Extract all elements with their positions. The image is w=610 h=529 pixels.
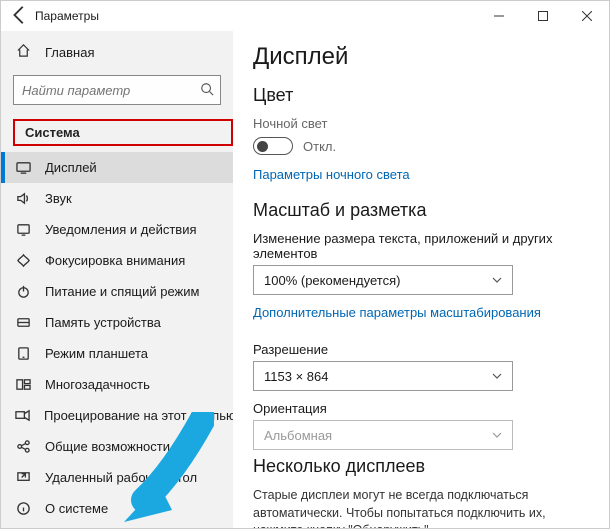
window-buttons: [477, 1, 609, 31]
resolution-combo[interactable]: 1153 × 864: [253, 361, 513, 391]
sidebar-item-about[interactable]: О системе: [1, 493, 233, 524]
sidebar-item-multitask[interactable]: Многозадачность: [1, 369, 233, 400]
night-light-label: Ночной свет: [253, 116, 589, 131]
sidebar-item-display[interactable]: Дисплей: [1, 152, 233, 183]
night-light-settings-link[interactable]: Параметры ночного света: [253, 167, 410, 182]
sidebar-item-remote[interactable]: Удаленный рабочий стол: [1, 462, 233, 493]
scale-size-value: 100% (рекомендуется): [264, 273, 400, 288]
content-area: Главная Система Дисплей Звук: [1, 31, 609, 528]
sidebar-item-label: Общие возможности: [45, 439, 170, 454]
scale-size-combo[interactable]: 100% (рекомендуется): [253, 265, 513, 295]
search-input[interactable]: [22, 83, 200, 98]
tablet-icon: [15, 346, 31, 361]
sidebar-nav: Дисплей Звук Уведомления и действия Фоку…: [1, 152, 233, 528]
resolution-label: Разрешение: [253, 342, 589, 357]
project-icon: [15, 408, 30, 423]
sidebar-item-label: Дисплей: [45, 160, 97, 175]
focus-icon: [15, 253, 31, 268]
sidebar-item-label: Многозадачность: [45, 377, 150, 392]
sidebar-item-focus[interactable]: Фокусировка внимания: [1, 245, 233, 276]
sidebar-item-sound[interactable]: Звук: [1, 183, 233, 214]
sidebar-item-project[interactable]: Проецирование на этот компьютер: [1, 400, 233, 431]
sidebar-item-label: Уведомления и действия: [45, 222, 197, 237]
night-light-toggle[interactable]: [253, 137, 293, 155]
sidebar-item-notifications[interactable]: Уведомления и действия: [1, 214, 233, 245]
sidebar: Главная Система Дисплей Звук: [1, 31, 233, 528]
chevron-down-icon: [492, 274, 502, 286]
search-icon: [200, 82, 214, 99]
sidebar-section-label: Система: [13, 119, 233, 146]
sidebar-item-label: Режим планшета: [45, 346, 148, 361]
sidebar-item-label: Проецирование на этот компьютер: [44, 408, 233, 423]
page-title: Дисплей: [253, 43, 589, 71]
storage-icon: [15, 315, 31, 330]
sidebar-item-label: Память устройства: [45, 315, 161, 330]
power-icon: [15, 284, 31, 299]
sidebar-home-label: Главная: [45, 45, 94, 60]
sound-icon: [15, 191, 31, 206]
window-title: Параметры: [35, 9, 477, 23]
multitask-icon: [15, 377, 31, 392]
sidebar-item-label: Фокусировка внимания: [45, 253, 185, 268]
scale-size-label: Изменение размера текста, приложений и д…: [253, 231, 589, 261]
settings-window: Параметры Главная: [0, 0, 610, 529]
advanced-scale-link[interactable]: Дополнительные параметры масштабирования: [253, 305, 541, 320]
sidebar-item-label: Питание и спящий режим: [45, 284, 199, 299]
multi-description: Старые дисплеи могут не всегда подключат…: [253, 487, 583, 528]
night-light-toggle-row: Откл.: [253, 137, 589, 155]
sidebar-home[interactable]: Главная: [1, 35, 233, 69]
group-color-heading: Цвет: [253, 85, 589, 106]
night-light-state: Откл.: [303, 139, 336, 154]
sidebar-item-shared[interactable]: Общие возможности: [1, 431, 233, 462]
chevron-down-icon: [492, 370, 502, 382]
about-icon: [15, 501, 31, 516]
orientation-value: Альбомная: [264, 428, 332, 443]
resolution-value: 1153 × 864: [264, 369, 328, 384]
group-scale-heading: Масштаб и разметка: [253, 200, 589, 221]
display-icon: [15, 160, 31, 175]
sidebar-item-label: О системе: [45, 501, 108, 516]
close-button[interactable]: [565, 1, 609, 31]
shared-icon: [15, 439, 31, 454]
main-panel: Дисплей Цвет Ночной свет Откл. Параметры…: [233, 31, 609, 528]
maximize-button[interactable]: [521, 1, 565, 31]
titlebar: Параметры: [1, 1, 609, 31]
orientation-label: Ориентация: [253, 401, 589, 416]
orientation-combo[interactable]: Альбомная: [253, 420, 513, 450]
back-icon[interactable]: [9, 4, 31, 29]
search-input-wrap[interactable]: [13, 75, 221, 105]
sidebar-item-storage[interactable]: Память устройства: [1, 307, 233, 338]
sidebar-item-power[interactable]: Питание и спящий режим: [1, 276, 233, 307]
sidebar-item-label: Звук: [45, 191, 72, 206]
sidebar-item-label: Удаленный рабочий стол: [45, 470, 197, 485]
group-multi-heading: Несколько дисплеев: [253, 456, 589, 477]
home-icon: [15, 43, 31, 61]
remote-icon: [15, 470, 31, 485]
minimize-button[interactable]: [477, 1, 521, 31]
notification-icon: [15, 222, 31, 237]
chevron-down-icon: [492, 429, 502, 441]
sidebar-item-tablet[interactable]: Режим планшета: [1, 338, 233, 369]
